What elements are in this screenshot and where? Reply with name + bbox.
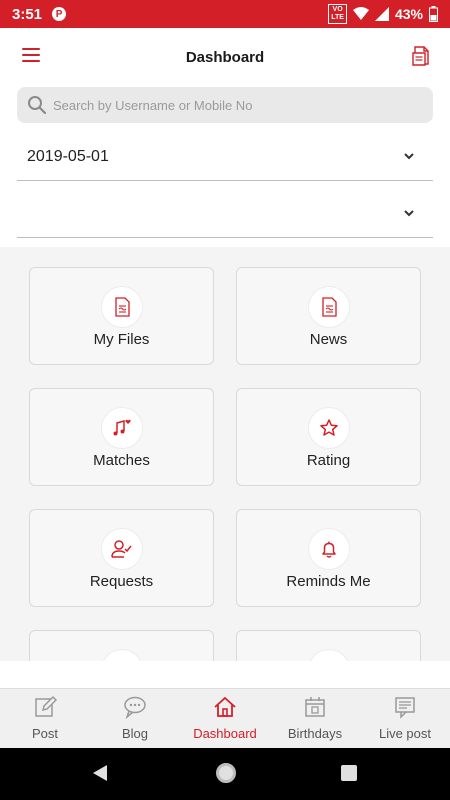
chat-icon: [124, 696, 146, 719]
status-bar: 3:51 P VO LTE 43%: [0, 0, 450, 28]
recent-apps-icon[interactable]: [341, 765, 357, 781]
page-title: Dashboard: [185, 48, 265, 66]
nav-dashboard[interactable]: Dashboard: [180, 689, 270, 748]
date-select-value: 2019-05-01: [27, 147, 109, 165]
tile-label: Rating: [306, 452, 351, 469]
tile-icon-circle: [308, 407, 350, 449]
chevron-down-icon: [404, 153, 414, 160]
chevron-down-icon: [404, 210, 414, 217]
tile-partial-right[interactable]: [236, 630, 421, 661]
tile-matches[interactable]: Matches: [29, 388, 214, 486]
tile-label: News: [309, 331, 348, 348]
nav-post[interactable]: Post: [0, 689, 90, 748]
music-heart-icon: [113, 419, 131, 436]
status-right: VO LTE 43%: [328, 4, 438, 24]
nav-blog[interactable]: Blog: [90, 689, 180, 748]
tile-label: Reminds Me: [286, 573, 371, 590]
bottom-navigation: Post Blog Dashboard Birthdays Live post: [0, 688, 450, 748]
bell-icon: [322, 541, 336, 558]
status-time: 3:51: [12, 5, 43, 23]
tile-label: My Files: [93, 331, 150, 348]
documents-icon[interactable]: [412, 46, 430, 66]
dashboard-grid: My Files News Matches Rating Requests Re…: [0, 247, 450, 661]
document-icon: [115, 297, 130, 317]
nav-label: Live post: [378, 726, 432, 741]
tile-news[interactable]: News: [236, 267, 421, 365]
tile-icon-circle: [101, 649, 143, 661]
star-icon: [320, 419, 338, 436]
back-icon[interactable]: [92, 764, 108, 782]
tile-icon-circle: [101, 407, 143, 449]
app-bar: Dashboard: [0, 28, 450, 86]
calendar-icon: [305, 697, 325, 717]
home-icon: [214, 697, 236, 717]
tile-requests[interactable]: Requests: [29, 509, 214, 607]
volte-bottom-label: LTE: [331, 14, 344, 21]
volte-icon: VO LTE: [328, 4, 347, 24]
tile-icon-circle: [308, 286, 350, 328]
search-input[interactable]: Search by Username or Mobile No: [53, 98, 252, 113]
edit-icon: [35, 695, 57, 717]
volte-top-label: VO: [332, 6, 343, 13]
tile-label: Matches: [93, 452, 150, 469]
tile-icon-circle: [101, 528, 143, 570]
tile-icon-circle: [308, 649, 350, 661]
nav-live-post[interactable]: Live post: [360, 689, 450, 748]
wifi-icon: [352, 7, 369, 20]
search-icon: [28, 96, 47, 115]
nav-label: Blog: [121, 726, 149, 741]
tile-icon-circle: [308, 528, 350, 570]
live-post-icon: [395, 697, 415, 719]
date-select[interactable]: 2019-05-01: [17, 133, 433, 181]
home-button-icon[interactable]: [216, 763, 236, 783]
tile-label: Requests: [89, 573, 154, 590]
tile-rating[interactable]: Rating: [236, 388, 421, 486]
search-bar[interactable]: Search by Username or Mobile No: [17, 87, 433, 123]
tile-partial-left[interactable]: [29, 630, 214, 661]
app-notification-icon: P: [52, 7, 67, 21]
nav-birthdays[interactable]: Birthdays: [270, 689, 360, 748]
battery-icon: [429, 6, 438, 22]
system-navigation-bar: [0, 748, 450, 800]
nav-label: Post: [31, 726, 58, 741]
user-check-icon: [111, 540, 132, 558]
news-icon: [322, 297, 337, 317]
hamburger-menu-icon[interactable]: [22, 48, 40, 64]
tile-my-files[interactable]: My Files: [29, 267, 214, 365]
tile-reminds-me[interactable]: Reminds Me: [236, 509, 421, 607]
nav-label: Birthdays: [287, 726, 343, 741]
tile-icon-circle: [101, 286, 143, 328]
signal-icon: [374, 7, 389, 21]
battery-percent: 43%: [394, 6, 423, 22]
nav-label: Dashboard: [193, 726, 257, 741]
secondary-select[interactable]: [17, 190, 433, 238]
